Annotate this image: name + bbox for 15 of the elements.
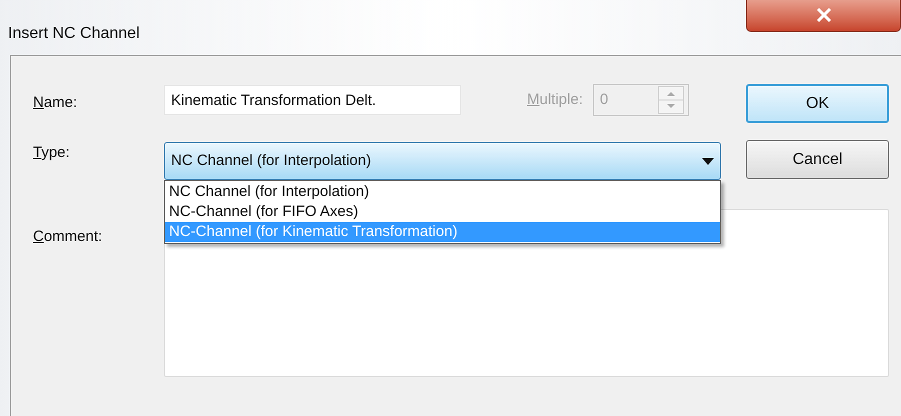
type-combobox[interactable]: NC Channel (for Interpolation) bbox=[164, 142, 721, 180]
close-icon bbox=[816, 8, 832, 22]
dropdown-arrow-icon bbox=[702, 158, 714, 164]
dropdown-option[interactable]: NC-Channel (for FIFO Axes) bbox=[165, 202, 720, 222]
spin-arrows-icon bbox=[658, 86, 684, 114]
type-label: Type: bbox=[33, 143, 71, 162]
dialog-button[interactable]: Cancel bbox=[746, 140, 889, 179]
window-title: Insert NC Channel bbox=[8, 24, 140, 42]
close-button[interactable] bbox=[746, 0, 901, 32]
comment-label: Comment: bbox=[33, 227, 104, 246]
multiple-label: Multiple: bbox=[527, 90, 583, 110]
name-field[interactable]: Kinematic Transformation Delt. bbox=[164, 85, 461, 115]
name-label: Name: bbox=[33, 93, 78, 112]
dialog-button[interactable]: OK bbox=[746, 84, 889, 123]
dropdown-option[interactable]: NC Channel (for Interpolation) bbox=[165, 182, 720, 202]
